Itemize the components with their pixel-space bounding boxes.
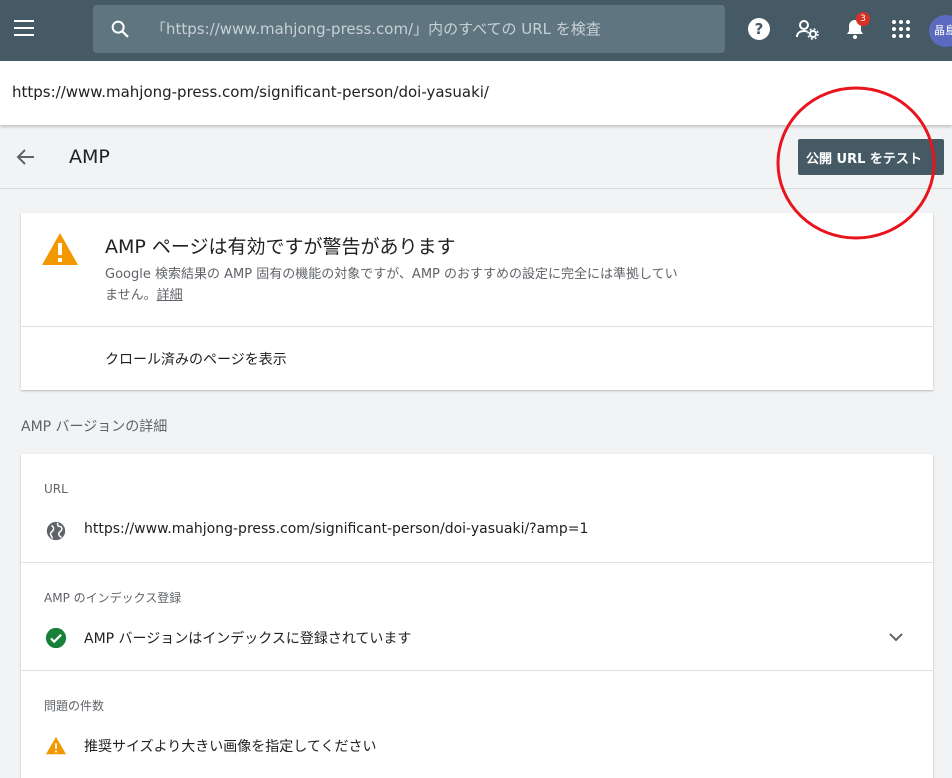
apps-grid-icon[interactable] <box>889 17 913 41</box>
url-inspection-search[interactable] <box>93 5 725 53</box>
help-icon[interactable]: ? <box>747 17 771 41</box>
header-divider <box>0 188 952 189</box>
amp-url-value: https://www.mahjong-press.com/significan… <box>84 521 589 537</box>
test-live-url-button[interactable]: 公開 URL をテスト <box>798 139 944 175</box>
account-avatar[interactable]: 晶島 <box>929 15 952 47</box>
issues-count-label: 問題の件数 <box>44 699 105 713</box>
svg-text:?: ? <box>755 20 764 38</box>
globe-icon <box>46 521 66 541</box>
url-label: URL <box>44 482 68 496</box>
details-link[interactable]: 詳細 <box>157 288 183 303</box>
back-arrow-icon[interactable] <box>14 145 38 169</box>
notification-count-badge: 3 <box>856 12 870 26</box>
amp-status-card: AMP ページは有効ですが警告があります Google 検索結果の AMP 固有… <box>21 213 933 390</box>
status-card-divider <box>21 326 933 327</box>
section-title: AMP バージョンの詳細 <box>21 419 168 435</box>
top-app-bar: ? 3 晶島 <box>0 0 952 61</box>
status-description: Google 検索結果の AMP 固有の機能の対象ですが、AMP のおすすめの設… <box>105 264 685 306</box>
details-divider <box>21 670 933 671</box>
indexing-status-value: AMP バージョンはインデックスに登録されています <box>84 631 412 647</box>
inspected-url-bar: https://www.mahjong-press.com/significan… <box>0 61 952 125</box>
search-icon <box>111 20 129 38</box>
chevron-down-icon[interactable] <box>886 627 906 647</box>
warning-icon <box>42 233 78 265</box>
amp-details-card: URL https://www.mahjong-press.com/signif… <box>21 454 933 778</box>
details-divider <box>21 562 933 563</box>
indexing-label: AMP のインデックス登録 <box>44 591 182 605</box>
view-crawled-page-button[interactable]: クロール済みのページを表示 <box>105 349 287 369</box>
inspected-url: https://www.mahjong-press.com/significan… <box>12 83 489 101</box>
status-description-text: Google 検索結果の AMP 固有の機能の対象ですが、AMP のおすすめの設… <box>105 267 678 303</box>
page-title: AMP <box>69 146 110 168</box>
issue-item[interactable]: 推奨サイズより大きい画像を指定してください <box>84 736 376 756</box>
status-title: AMP ページは有効ですが警告があります <box>105 236 456 258</box>
user-settings-icon[interactable] <box>795 17 819 41</box>
warning-icon <box>45 736 67 755</box>
main-menu-icon[interactable] <box>14 20 36 38</box>
check-circle-icon <box>45 627 67 649</box>
search-input[interactable] <box>151 17 711 41</box>
